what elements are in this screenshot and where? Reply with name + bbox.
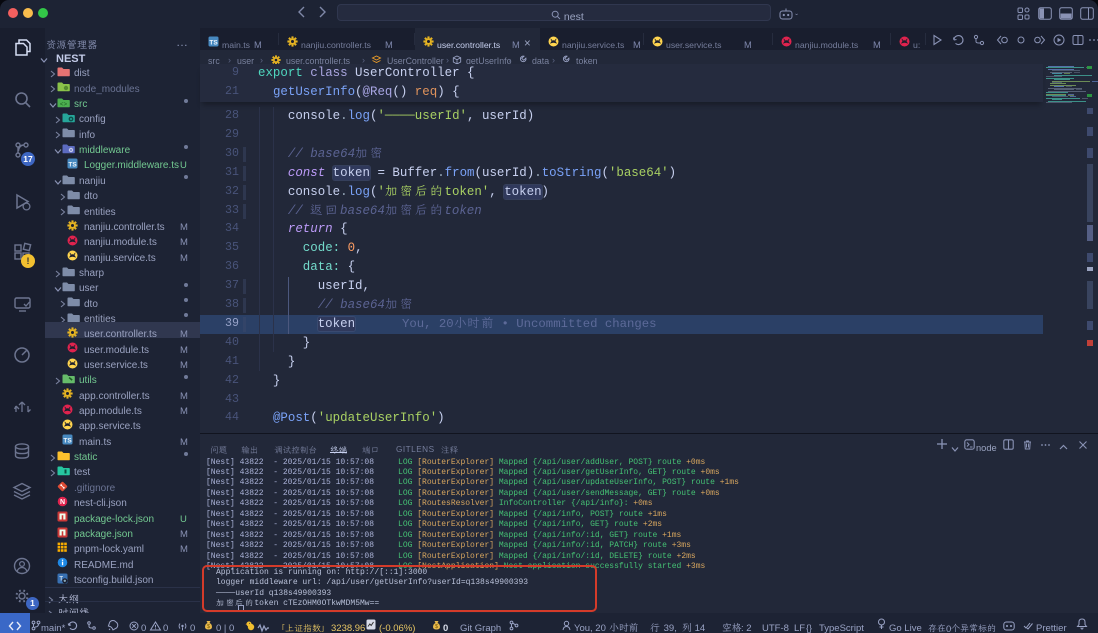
svg-text:$: $	[435, 624, 438, 630]
svg-text:TS: TS	[63, 438, 72, 445]
svg-text:TS: TS	[68, 161, 77, 168]
svg-text:T: T	[59, 576, 63, 582]
svg-text:$: $	[207, 624, 210, 630]
svg-text:TS: TS	[209, 39, 218, 46]
svg-text:<>: <>	[60, 101, 68, 108]
svg-text:N: N	[60, 499, 65, 506]
